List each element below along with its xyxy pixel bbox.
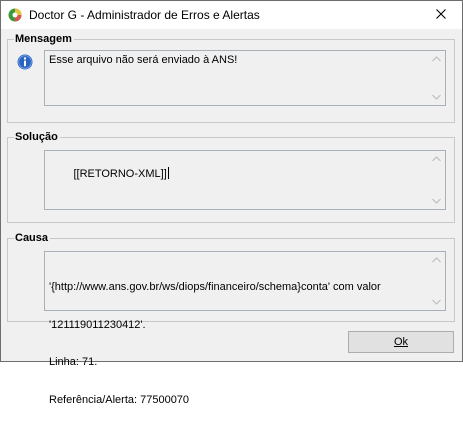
solucao-label: Solução — [14, 130, 60, 144]
scroll-down-arrow-icon[interactable] — [428, 295, 445, 309]
scroll-down-arrow-icon[interactable] — [428, 90, 445, 104]
ok-button[interactable]: Ok — [348, 331, 454, 353]
causa-line: Referência/Alerta: 77500070 — [49, 393, 190, 406]
scroll-up-arrow-icon[interactable] — [428, 52, 445, 66]
causa-textbox[interactable]: '{http://www.ans.gov.br/ws/diops/finance… — [44, 251, 446, 406]
ok-button-label: Ok — [393, 336, 409, 348]
causa-scrollbar[interactable] — [428, 252, 445, 310]
mensagem-text: Esse arquivo não será enviado à ANS! — [49, 54, 238, 66]
scroll-down-arrow-icon[interactable] — [428, 194, 445, 208]
causa-line: '121119011230412'. — [49, 318, 146, 331]
close-button[interactable] — [419, 1, 462, 29]
causa-group: Causa '{http://www.ans.gov.br/ws/diops/f… — [7, 231, 455, 406]
info-icon — [17, 54, 33, 70]
causa-line: Linha: 71. — [49, 356, 98, 368]
mensagem-textbox[interactable]: Esse arquivo não será enviado à ANS! — [44, 50, 446, 106]
close-icon — [435, 8, 446, 22]
mensagem-scrollbar[interactable] — [428, 51, 445, 105]
scroll-up-arrow-icon[interactable] — [428, 253, 445, 267]
dialog-window: Doctor G - Administrador de Erros e Aler… — [0, 0, 463, 406]
title-bar[interactable]: Doctor G - Administrador de Erros e Aler… — [1, 1, 462, 29]
causa-line: '{http://www.ans.gov.br/ws/diops/finance… — [49, 281, 381, 293]
solucao-scrollbar[interactable] — [428, 151, 445, 209]
text-cursor — [167, 166, 169, 179]
solucao-textbox[interactable]: [[RETORNO-XML]] — [44, 150, 446, 210]
solucao-text: [[RETORNO-XML]] — [73, 167, 167, 180]
scroll-up-arrow-icon[interactable] — [428, 152, 445, 166]
window-title: Doctor G - Administrador de Erros e Aler… — [29, 8, 260, 22]
mensagem-group: Mensagem Esse arquivo não será enviado à… — [7, 32, 455, 123]
mensagem-label: Mensagem — [14, 32, 74, 46]
causa-label: Causa — [14, 231, 51, 245]
app-logo-icon — [8, 8, 22, 22]
solucao-group: Solução [[RETORNO-XML]] — [7, 130, 455, 223]
